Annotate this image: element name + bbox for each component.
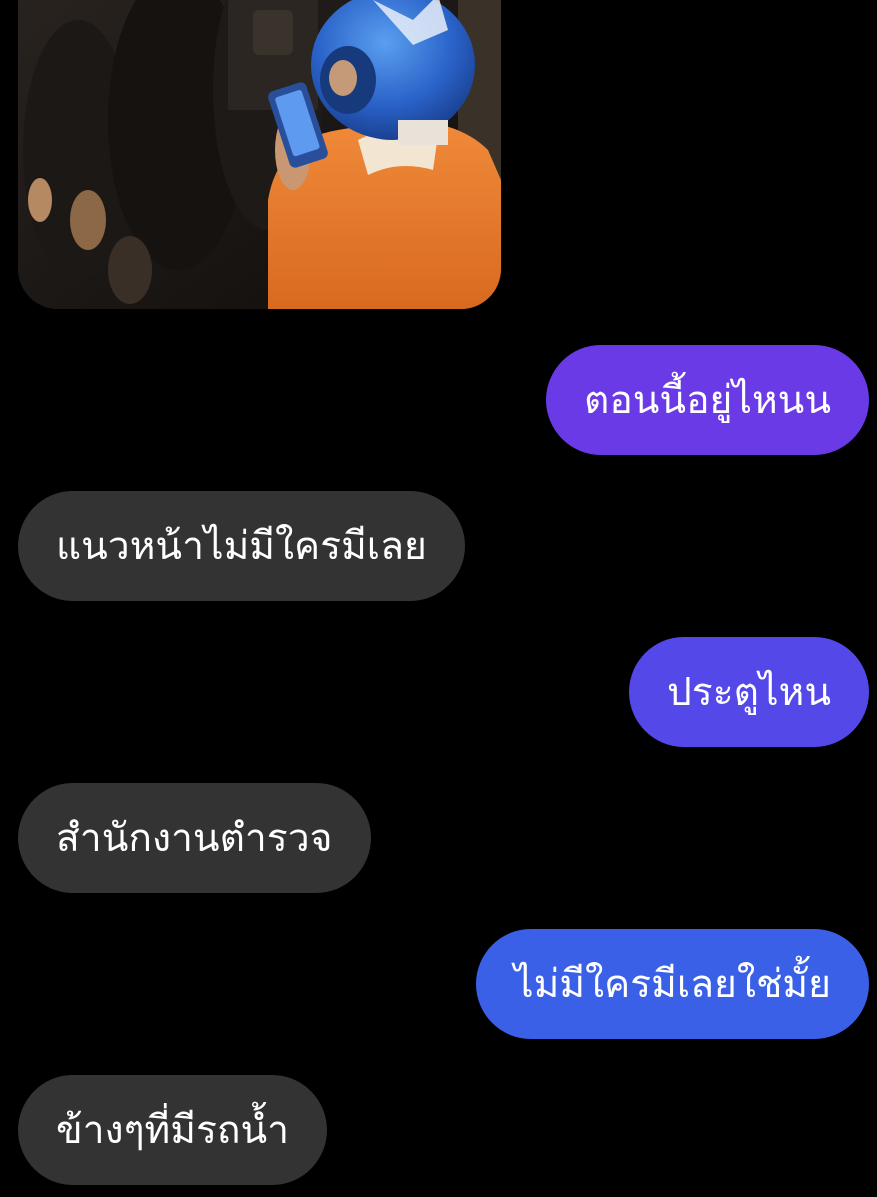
message-text: ไม่มีใครมีเลยใช่มั้ย	[514, 962, 831, 1007]
message-bubble-sent[interactable]: ตอนนี้อยู่ไหนน	[546, 345, 869, 455]
message-bubble-received[interactable]: สำนักงานตำรวจ	[18, 783, 371, 893]
message-text: แนวหน้าไม่มีใครมีเลย	[56, 524, 427, 569]
message-text: ตอนนี้อยู่ไหนน	[584, 378, 831, 423]
message-bubble-received[interactable]: ข้างๆที่มีรถน้ำ	[18, 1075, 328, 1185]
message-bubble-received[interactable]: แนวหน้าไม่มีใครมีเลย	[18, 491, 465, 601]
chat-thread[interactable]: ตอนนี้อยู่ไหนน แนวหน้าไม่มีใครมีเลย ประต…	[0, 0, 877, 1197]
photo-image	[18, 0, 501, 309]
shared-photo[interactable]	[18, 0, 501, 309]
message-bubble-sent[interactable]: ประตูไหน	[629, 637, 869, 747]
message-text: สำนักงานตำรวจ	[56, 816, 333, 861]
message-bubble-sent[interactable]: ไม่มีใครมีเลยใช่มั้ย	[476, 929, 869, 1039]
message-text: ข้างๆที่มีรถน้ำ	[56, 1108, 290, 1153]
message-text: ประตูไหน	[667, 670, 831, 715]
